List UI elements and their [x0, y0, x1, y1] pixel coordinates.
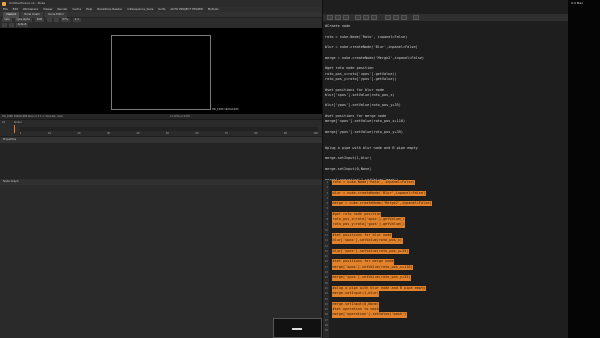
menu-cache[interactable]: Cache — [72, 7, 81, 11]
playhead[interactable] — [14, 125, 15, 133]
save-script-icon[interactable] — [371, 15, 377, 20]
tick-label: 60 — [195, 132, 199, 135]
tick-label: 70 — [224, 132, 228, 135]
code-line: blur = nuke.createNode('Blur',inpanel=Fa… — [325, 45, 418, 50]
roi-icon[interactable] — [2, 23, 7, 27]
highlight-text: roto = nuke.Node('Roto', inpanel=False) — [332, 180, 416, 186]
tick-label: 100 — [313, 132, 318, 135]
code-line: #plug a pipe with blur node and B pipe e… — [325, 145, 418, 150]
tl-mode[interactable]: Global — [14, 121, 22, 124]
nodegraph-canvas[interactable] — [0, 185, 322, 338]
menu-file[interactable]: File — [3, 7, 8, 11]
display-dropdown[interactable]: default — [15, 23, 29, 27]
highlight-text: merge = nuke.createNode('Merge2',inpanel… — [332, 201, 433, 207]
gamma-icon[interactable] — [53, 18, 59, 22]
clear-history-icon[interactable] — [343, 15, 349, 20]
script-editor: #Create node roto = nuke.Node('Roto', in… — [322, 0, 569, 338]
menu-auto-project[interactable]: AUTO PROJECT HELPER — [170, 7, 203, 11]
highlight-text: blur['xpos'].setValue(roto_pos_x) — [332, 238, 403, 244]
zoom-dropdown[interactable]: 67% — [60, 18, 71, 22]
next-script-icon[interactable] — [335, 15, 341, 20]
menu-mksequence[interactable]: mkSequence_tools — [127, 7, 153, 11]
script-toolbar — [323, 14, 569, 21]
load-script-icon[interactable] — [363, 15, 369, 20]
highlight-text: blur['ypos'].setValue(roto_pos_y+35) — [332, 248, 409, 255]
gain-icon[interactable] — [46, 18, 52, 22]
show-input-icon[interactable] — [393, 15, 399, 20]
nodegraph-minimap[interactable] — [273, 318, 322, 338]
tick-label: 1 — [20, 132, 22, 135]
timeline[interactable]: 24 Global 1 10 20 30 40 50 60 70 80 90 1… — [0, 119, 322, 136]
input-dropdown[interactable]: RGB — [34, 18, 45, 22]
info-text: HD_1080 1920x1080 bbox: 0 0 1 1 channels… — [2, 115, 63, 118]
line-number-gutter: 1 2 3 4 5 6 7 8 9 10 11 12 13 14 15 16 17 18 19 20 21 22 23 24 2… — [323, 180, 329, 338]
tick-label: 40 — [136, 132, 140, 135]
minimap-viewport[interactable] — [292, 328, 302, 330]
output-line: blur = nuke.createNode('Blur',inpanel=Fa… — [332, 190, 432, 196]
tick-label: 50 — [165, 132, 169, 135]
properties-panel[interactable] — [0, 143, 322, 179]
menu-sorts[interactable]: Sorts — [158, 7, 165, 11]
menu-edit[interactable]: Edit — [13, 7, 18, 11]
code-line: merge = nuke.createNode('Merge2',inpanel… — [325, 55, 425, 60]
highlight-text: merge['ypos'].setValue(roto_pos_y+35) — [332, 275, 411, 281]
side-panel-title: 0:4 Max — [571, 1, 583, 5]
proxy-dropdown[interactable]: 1:1 — [72, 18, 81, 22]
tick-label: 20 — [77, 132, 81, 135]
menu-viewer[interactable]: Viewer — [43, 7, 53, 11]
tick-label: 90 — [283, 132, 287, 135]
highlight-text: blur = nuke.createNode('Blur',inpanel=Fa… — [332, 190, 426, 196]
highlight-text: merge['xpos'].setValue(roto_pos_x+110) — [332, 264, 414, 271]
format-frame — [111, 35, 211, 110]
menu-workspace[interactable]: Workspace — [23, 7, 38, 11]
output-line: merge['operation'].setValue('mask') — [332, 312, 432, 318]
lock-icon[interactable] — [8, 23, 14, 27]
source-script-icon[interactable] — [355, 15, 361, 20]
timeline-ruler[interactable] — [20, 127, 318, 131]
tick-label: 10 — [47, 132, 52, 135]
menu-nukeshop[interactable]: NukeShop Reader — [97, 7, 122, 11]
window-title: UntitledScene.nk - Nuke — [9, 1, 46, 5]
format-label: HD_1080 1920x1080 — [212, 108, 239, 111]
viewer-toolbar: rgba rgba.alpha RGB 67% 1:1 default — [0, 18, 322, 28]
menu-help[interactable]: Help — [86, 7, 92, 11]
run-script-icon[interactable] — [385, 15, 391, 20]
show-output-icon[interactable] — [401, 15, 407, 20]
layer-dropdown[interactable]: rgba.alpha — [14, 18, 32, 22]
highlight-text: merge.setInput(1,blur) — [332, 291, 380, 297]
tick-label: 80 — [254, 132, 258, 135]
script-output[interactable]: 1 2 3 4 5 6 7 8 9 10 11 12 13 14 15 16 17 18 19 20 21 22 23 24 2… — [323, 180, 569, 338]
menu-render[interactable]: Render — [57, 7, 67, 11]
script-input[interactable]: #Create node roto = nuke.Node('Roto', in… — [325, 24, 424, 183]
clear-output-icon[interactable] — [413, 15, 419, 20]
tick-label: 30 — [106, 132, 110, 135]
properties-title: Properties — [3, 138, 17, 141]
channels-dropdown[interactable]: rgba — [2, 18, 12, 22]
highlighted-code: roto = nuke.Node('Roto', inpanel=False) … — [332, 180, 433, 318]
output-line: merge = nuke.createNode('Merge2',inpanel… — [332, 201, 433, 207]
menu-mytools[interactable]: MyTools — [208, 7, 219, 11]
fps-field[interactable]: 24 — [2, 121, 5, 124]
prev-script-icon[interactable] — [327, 15, 333, 20]
side-panel: 0:4 Max — [568, 0, 600, 338]
nuke-app-icon — [2, 1, 6, 6]
highlight-text: roto_pos_y=roto['ypos'].getValue() — [332, 222, 405, 228]
highlight-text: merge['operation'].setValue('mask') — [332, 312, 407, 318]
nodegraph-title: Node Graph — [3, 180, 19, 183]
line-number: 29 — [324, 329, 328, 333]
